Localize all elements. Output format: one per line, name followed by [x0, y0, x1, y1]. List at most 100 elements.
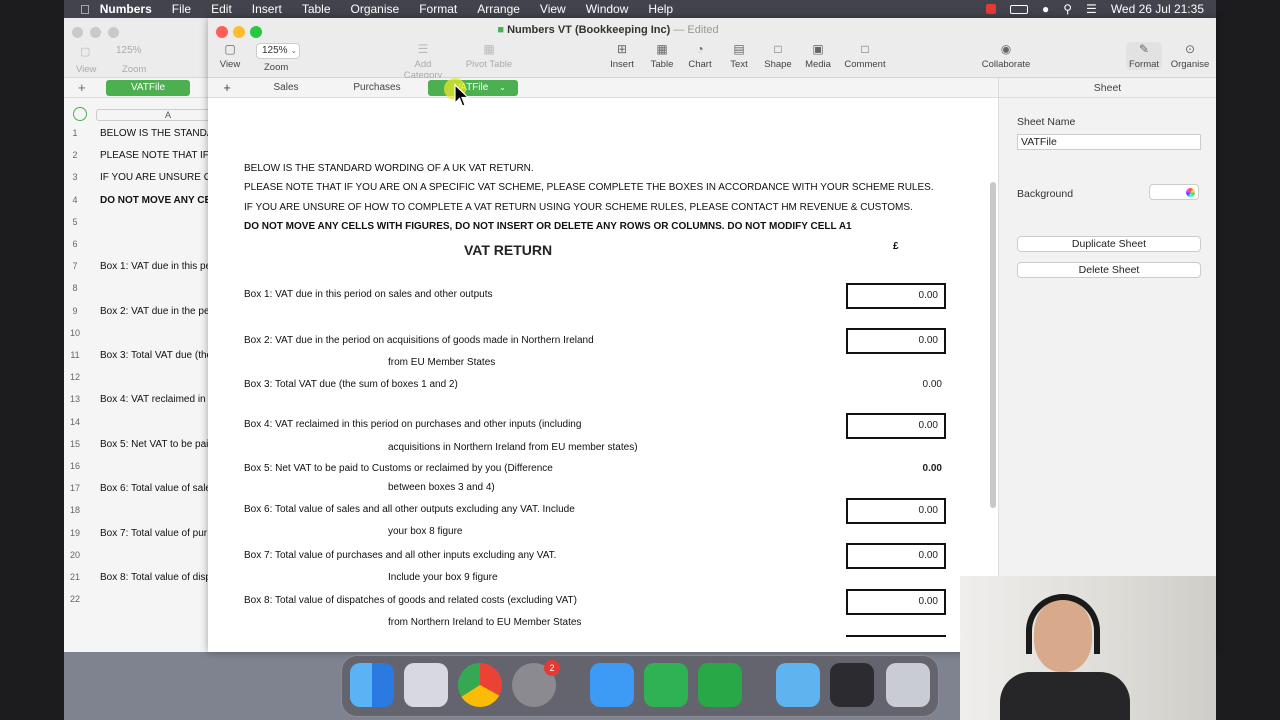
tab-vatfile[interactable]: VATFile ⌄	[428, 80, 518, 96]
box1-value[interactable]: 0.00	[846, 283, 946, 309]
intro-line-1[interactable]: BELOW IS THE STANDARD WORDING OF A UK VA…	[244, 163, 534, 174]
chrome-icon[interactable]	[458, 663, 502, 707]
menu-organise[interactable]: Organise	[351, 2, 400, 16]
mail-icon[interactable]	[590, 663, 634, 707]
back-tab-vatfile[interactable]: VATFile	[106, 80, 190, 96]
search-icon[interactable]: ⚲	[1063, 2, 1072, 16]
back-row-number[interactable]: 4	[64, 195, 86, 205]
box2-sub[interactable]: from EU Member States	[388, 357, 495, 368]
box4-value[interactable]: 0.00	[846, 413, 946, 439]
back-row-number[interactable]: 5	[64, 217, 86, 227]
shape-button[interactable]: □ Shape	[764, 42, 792, 70]
back-row-cell[interactable]: Box 7: Total value of pur	[100, 528, 207, 539]
back-row-cell[interactable]: Box 3: Total VAT due (the	[100, 350, 212, 361]
menu-help[interactable]: Help	[648, 2, 673, 16]
wifi-icon[interactable]: ●	[1042, 2, 1049, 16]
box6-value[interactable]: 0.00	[846, 498, 946, 524]
box6-label[interactable]: Box 6: Total value of sales and all othe…	[244, 504, 575, 515]
back-row-number[interactable]: 13	[64, 394, 86, 404]
format-button[interactable]: ✎ Format	[1126, 42, 1162, 70]
box4-label[interactable]: Box 4: VAT reclaimed in this period on p…	[244, 419, 581, 430]
finder-icon[interactable]	[350, 663, 394, 707]
table-button[interactable]: ▦ Table	[649, 42, 675, 70]
tab-sales[interactable]: Sales	[262, 80, 310, 96]
back-row-number[interactable]: 1	[64, 128, 86, 138]
box4-sub[interactable]: acquisitions in Northern Ireland from EU…	[388, 442, 638, 453]
back-row-cell[interactable]: BELOW IS THE STANDA	[100, 128, 214, 139]
text-button[interactable]: ▤ Text	[728, 42, 750, 70]
back-column-a[interactable]: A	[96, 109, 223, 121]
back-row-number[interactable]: 10	[64, 328, 86, 338]
box3-value[interactable]: 0.00	[898, 379, 942, 390]
vat-return-heading[interactable]: VAT RETURN	[464, 242, 552, 258]
back-row-number[interactable]: 21	[64, 572, 86, 582]
back-row-cell[interactable]: Box 4: VAT reclaimed in	[100, 394, 206, 405]
currency-symbol[interactable]: £	[893, 241, 899, 252]
back-row-number[interactable]: 20	[64, 550, 86, 560]
tab-menu-chevron-icon[interactable]: ⌄	[499, 83, 506, 92]
back-row-number[interactable]: 12	[64, 372, 86, 382]
back-row-number[interactable]: 7	[64, 261, 86, 271]
box7-value[interactable]: 0.00	[846, 543, 946, 569]
back-row-number[interactable]: 18	[64, 505, 86, 515]
box7-label[interactable]: Box 7: Total value of purchases and all …	[244, 550, 556, 561]
back-row-number[interactable]: 11	[64, 350, 86, 360]
back-row-number[interactable]: 17	[64, 483, 86, 493]
back-row-cell[interactable]: Box 5: Net VAT to be pai	[100, 439, 208, 450]
back-row-cell[interactable]: Box 2: VAT due in the pe	[100, 306, 210, 317]
back-add-sheet-icon[interactable]: +	[78, 80, 86, 95]
media-button[interactable]: ▣ Media	[804, 42, 832, 70]
zoom-select[interactable]: 125% ⌄	[256, 43, 300, 59]
pivot-table-button[interactable]: ▦ Pivot Table	[464, 42, 514, 70]
comment-button[interactable]: □ Comment	[844, 42, 886, 70]
battery-icon[interactable]	[1010, 4, 1028, 14]
vertical-scrollbar[interactable]	[990, 182, 996, 508]
tab-purchases[interactable]: Purchases	[348, 80, 406, 96]
numbers-icon[interactable]	[698, 663, 742, 707]
menu-arrange[interactable]: Arrange	[477, 2, 520, 16]
clock[interactable]: Wed 26 Jul 21:35	[1111, 2, 1204, 16]
box5-sub[interactable]: between boxes 3 and 4)	[388, 482, 495, 493]
delete-sheet-button[interactable]: Delete Sheet	[1017, 262, 1201, 278]
system-settings-icon[interactable]: 2	[512, 660, 560, 707]
recorder-icon[interactable]	[830, 663, 874, 707]
box5-value[interactable]: 0.00	[898, 463, 942, 474]
add-category-button[interactable]: ☰ Add Category	[394, 42, 452, 81]
back-row-cell[interactable]: Box 1: VAT due in this pe	[100, 261, 211, 272]
intro-line-3[interactable]: IF YOU ARE UNSURE OF HOW TO COMPLETE A V…	[244, 202, 913, 213]
box7-sub[interactable]: Include your box 9 figure	[388, 572, 498, 583]
box8-label[interactable]: Box 8: Total value of dispatches of good…	[244, 595, 577, 606]
back-row-number[interactable]: 14	[64, 417, 86, 427]
menu-app[interactable]: Numbers	[100, 2, 152, 16]
back-row-cell[interactable]: Box 6: Total value of sale	[100, 483, 211, 494]
intro-line-2[interactable]: PLEASE NOTE THAT IF YOU ARE ON A SPECIFI…	[244, 182, 934, 193]
back-row-number[interactable]: 6	[64, 239, 86, 249]
back-row-number[interactable]: 2	[64, 150, 86, 160]
launchpad-icon[interactable]	[404, 663, 448, 707]
back-row-number[interactable]: 8	[64, 283, 86, 293]
box8-sub[interactable]: from Northern Ireland to EU Member State…	[388, 617, 581, 628]
back-row-number[interactable]: 16	[64, 461, 86, 471]
sheet-canvas[interactable]: BELOW IS THE STANDARD WORDING OF A UK VA…	[208, 98, 998, 652]
back-row-number[interactable]: 15	[64, 439, 86, 449]
back-zoom[interactable]: 125%	[116, 45, 142, 56]
box8-value[interactable]: 0.00	[846, 589, 946, 615]
menu-window[interactable]: Window	[586, 2, 629, 16]
apple-icon[interactable]: 	[80, 2, 90, 17]
inspector-tab-sheet[interactable]: Sheet	[999, 78, 1216, 98]
menu-edit[interactable]: Edit	[211, 2, 232, 16]
box5-label[interactable]: Box 5: Net VAT to be paid to Customs or …	[244, 463, 553, 474]
color-wheel-icon[interactable]	[1186, 188, 1195, 197]
back-row-cell[interactable]: PLEASE NOTE THAT IF	[100, 150, 209, 161]
box1-label[interactable]: Box 1: VAT due in this period on sales a…	[244, 289, 493, 300]
back-view-icon[interactable]: ▢	[80, 45, 90, 58]
back-row-number[interactable]: 19	[64, 528, 86, 538]
insert-button[interactable]: ⊞ Insert	[608, 42, 636, 70]
menu-insert[interactable]: Insert	[252, 2, 282, 16]
box9-partial[interactable]	[846, 635, 946, 652]
back-row-cell[interactable]: DO NOT MOVE ANY CE	[100, 195, 211, 206]
back-row-number[interactable]: 22	[64, 594, 86, 604]
back-row-cell[interactable]: IF YOU ARE UNSURE O	[100, 172, 212, 183]
back-row-number[interactable]: 9	[64, 306, 86, 316]
menu-table[interactable]: Table	[302, 2, 331, 16]
